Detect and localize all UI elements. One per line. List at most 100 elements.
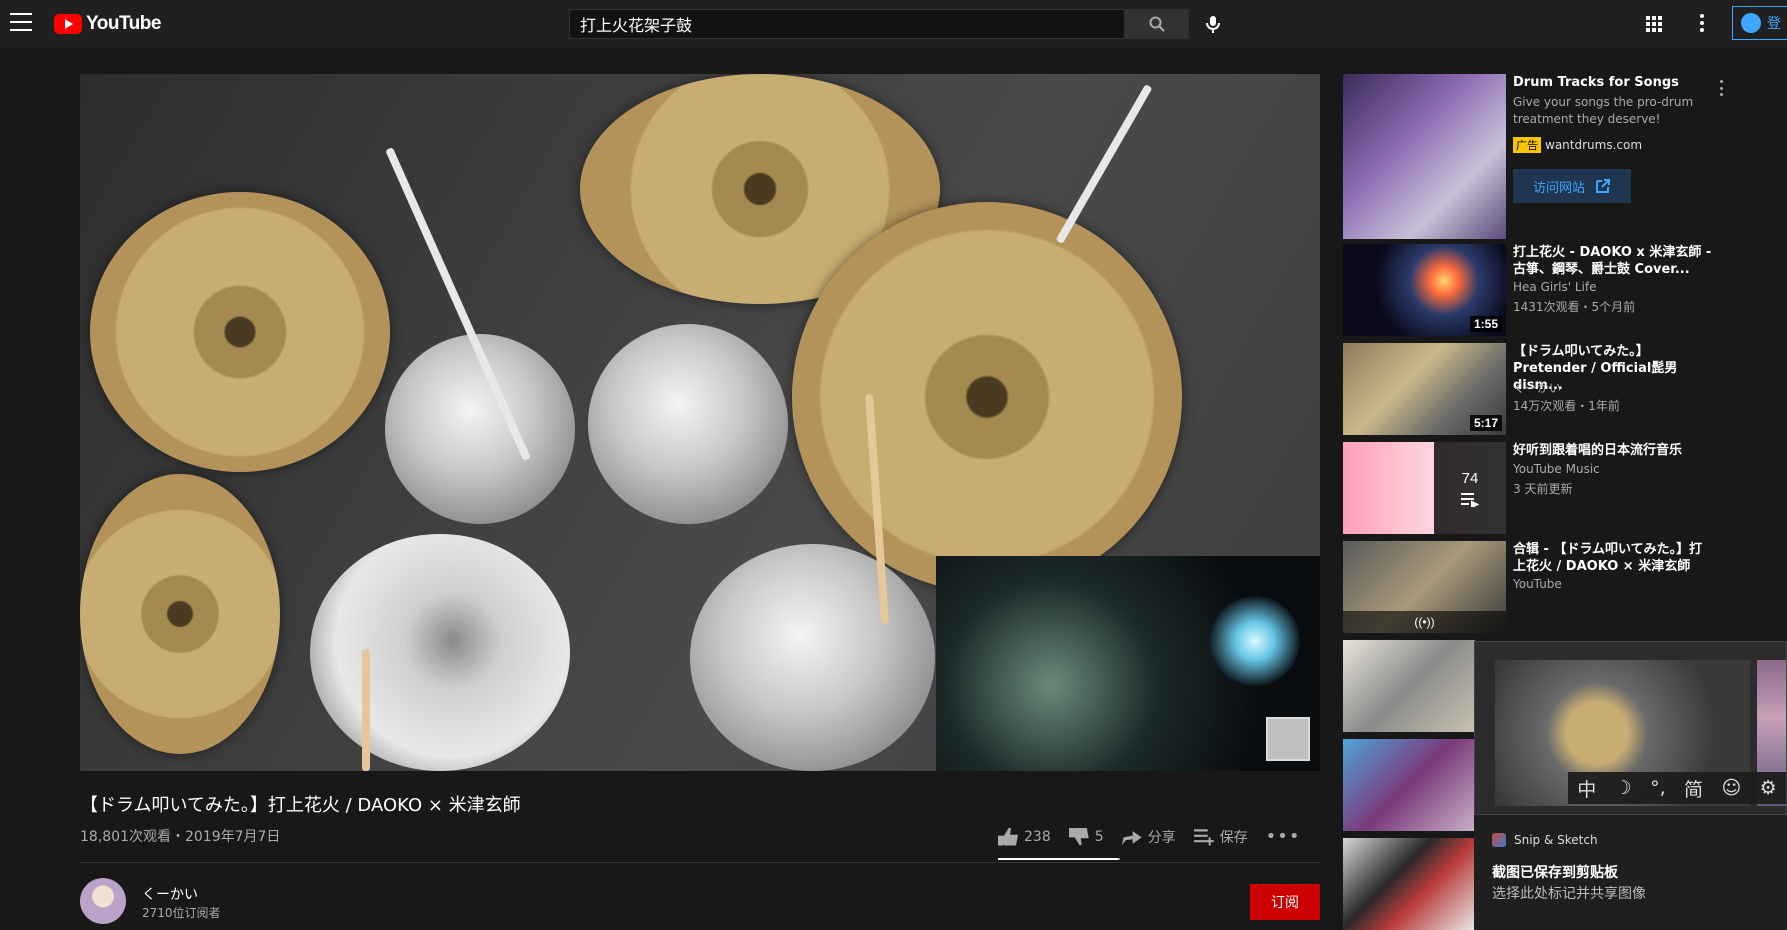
channel-name[interactable]: YouTube [1513, 577, 1562, 591]
visit-site-label: 访问网站 [1532, 180, 1585, 196]
ad-title[interactable]: Drum Tracks for Songs [1513, 74, 1713, 91]
ime-simplified-toggle[interactable]: 简 [1684, 775, 1703, 802]
hihat-cymbal [80, 474, 280, 754]
ride-cymbal [792, 202, 1182, 592]
share-label: 分享 [1147, 829, 1176, 846]
video-thumbnail[interactable] [1343, 838, 1475, 930]
snare-drum [310, 534, 570, 771]
like-ratio-fill [998, 858, 1118, 860]
list-item[interactable]: 74 好听到跟着唱的日本流行音乐 YouTube Music 3 天前更新 [1343, 442, 1723, 534]
ime-emoji-icon[interactable]: ☺ [1721, 777, 1741, 799]
ime-moon-icon[interactable]: ☽ [1615, 777, 1632, 799]
video-stats: 1431次观看・5个月前 [1513, 300, 1636, 314]
video-title: 【ドラム叩いてみた。】打上花火 / DAOKO × 米津玄師 [80, 795, 521, 816]
subscriber-count: 2710位订阅者 [142, 906, 221, 920]
playlist-title[interactable]: 好听到跟着唱的日本流行音乐 [1513, 442, 1713, 459]
notification-app-name: Snip & Sketch [1514, 833, 1598, 847]
ad-item[interactable]: Drum Tracks for Songs Give your songs th… [1343, 74, 1723, 239]
playlist-add-icon [1193, 829, 1214, 846]
video-thumbnail[interactable] [1343, 739, 1475, 831]
ime-punctuation-toggle[interactable]: °, [1650, 777, 1666, 799]
playlist-updated: 3 天前更新 [1513, 482, 1573, 496]
avatar-overlay [1266, 717, 1310, 761]
video-thumbnail[interactable] [1343, 640, 1475, 732]
hamburger-menu-icon[interactable] [10, 13, 32, 31]
list-item[interactable]: ((•)) 合辑 - 【ドラム叩いてみた。】打上花火 / DAOKO × 米津玄… [1343, 541, 1723, 633]
like-count: 238 [1024, 828, 1051, 845]
video-title[interactable]: 打上花火 - DAOKO x 米津玄師 - 古箏、鋼琴、爵士鼓 Cover... [1513, 244, 1713, 278]
mix-thumbnail[interactable]: ((•)) [1343, 541, 1506, 633]
ime-settings-icon[interactable]: ⚙ [1760, 777, 1777, 799]
share-icon [1121, 831, 1142, 846]
playlist-count: 74 [1461, 469, 1479, 487]
list-item[interactable]: 5:17 【ドラム叩いてみた。】Pretender / Official髭男di… [1343, 343, 1723, 435]
ad-menu-icon[interactable] [1720, 80, 1724, 96]
youtube-logo[interactable]: YouTube [54, 13, 161, 35]
snip-notification[interactable]: Snip & Sketch 截图已保存到剪贴板 选择此处标记并共享图像 [1474, 815, 1787, 930]
dislike-button[interactable]: 5 [1068, 827, 1104, 846]
microphone-icon[interactable] [1203, 14, 1223, 34]
ad-badge: 广告 [1513, 137, 1541, 153]
ad-source: 广告 wantdrums.com [1513, 137, 1642, 153]
dislike-count: 5 [1094, 828, 1104, 845]
ad-domain: wantdrums.com [1545, 138, 1643, 152]
notification-title: 截图已保存到剪贴板 [1492, 865, 1618, 881]
mix-bar: ((•)) [1343, 611, 1506, 633]
video-player[interactable] [80, 74, 1320, 771]
settings-more-icon[interactable] [1700, 14, 1704, 32]
visit-site-button[interactable]: 访问网站 [1513, 169, 1631, 203]
video-thumbnail[interactable]: 1:55 [1343, 244, 1506, 336]
ime-toolbar: 中 ☽ °, 简 ☺ ⚙ [1568, 772, 1786, 804]
thumb-up-icon [998, 827, 1018, 846]
divider [80, 862, 1320, 863]
search-input[interactable] [570, 10, 1124, 38]
tom-right [588, 324, 788, 524]
fireworks-overlay [936, 556, 1320, 771]
share-button[interactable]: 分享 [1121, 827, 1176, 847]
duration-badge: 5:17 [1469, 415, 1502, 431]
playlist-overlay: 74 [1434, 442, 1506, 534]
more-actions-button[interactable]: ••• [1266, 826, 1301, 847]
list-item[interactable] [1343, 838, 1475, 930]
video-thumbnail[interactable]: 5:17 [1343, 343, 1506, 435]
top-bar: YouTube 登 [0, 0, 1787, 48]
sign-in-button[interactable]: 登 [1732, 6, 1787, 40]
ad-thumbnail[interactable] [1343, 74, 1506, 239]
video-meta: 18,801次观看・2019年7月7日 [80, 829, 281, 845]
video-stats: 14万次观看・1年前 [1513, 399, 1620, 413]
mix-title[interactable]: 合辑 - 【ドラム叩いてみた。】打上花火 / DAOKO × 米津玄師 [1513, 541, 1713, 575]
logo-text: YouTube [86, 13, 161, 34]
external-link-icon [1596, 179, 1610, 193]
drumstick [362, 649, 370, 771]
youtube-play-icon [54, 14, 82, 34]
ime-chinese-toggle[interactable]: 中 [1577, 775, 1596, 802]
floor-tom [690, 544, 935, 771]
save-label: 保存 [1219, 829, 1248, 846]
save-button[interactable]: 保存 [1193, 827, 1248, 847]
thumb-down-icon [1068, 827, 1089, 846]
playlist-icon [1461, 492, 1479, 507]
channel-name[interactable]: くーかい [142, 884, 198, 904]
playlist-thumbnail[interactable]: 74 [1343, 442, 1506, 534]
like-button[interactable]: 238 [998, 827, 1051, 846]
video-actions: 238 5 分享 保存 ••• [998, 826, 1301, 847]
notification-body: 选择此处标记并共享图像 [1492, 886, 1646, 902]
account-icon [1741, 13, 1761, 33]
list-item[interactable] [1343, 739, 1475, 831]
list-item[interactable] [1343, 640, 1475, 732]
sign-in-label: 登 [1767, 15, 1781, 31]
subscribe-button[interactable]: 订阅 [1250, 884, 1320, 920]
ad-description: Give your songs the pro-drum treatment t… [1513, 95, 1694, 126]
search-icon [1149, 16, 1165, 32]
like-ratio-bar [998, 858, 1120, 860]
broadcast-icon: ((•)) [1414, 615, 1435, 629]
search-box [569, 9, 1125, 39]
apps-grid-icon[interactable] [1646, 16, 1662, 32]
firework-burst [1210, 596, 1300, 686]
list-item[interactable]: 1:55 打上花火 - DAOKO x 米津玄師 - 古箏、鋼琴、爵士鼓 Cov… [1343, 244, 1723, 336]
channel-name[interactable]: くーかい [1513, 379, 1561, 396]
channel-name[interactable]: Hea Girls' Life [1513, 280, 1596, 294]
channel-name[interactable]: YouTube Music [1513, 462, 1600, 476]
search-button[interactable] [1125, 9, 1189, 39]
channel-avatar[interactable] [80, 878, 126, 924]
